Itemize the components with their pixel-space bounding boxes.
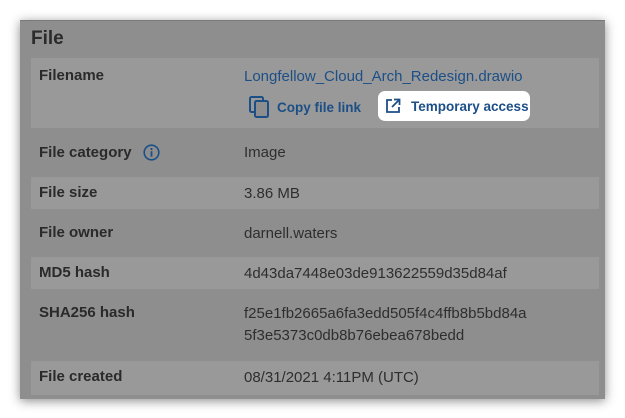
- file-owner-row: File owner darnell.waters: [31, 217, 599, 249]
- copy-file-link-button[interactable]: Copy file link: [249, 96, 361, 118]
- file-owner-value: darnell.waters: [244, 225, 338, 242]
- filename-link[interactable]: Longfellow_Cloud_Arch_Redesign.drawio: [244, 68, 523, 85]
- file-size-label: File size: [39, 184, 98, 201]
- sha256-row: SHA256 hash f25e1fb2665a6fa3edd505f4c4ff…: [31, 297, 599, 353]
- temporary-access-label: Temporary access: [411, 98, 529, 114]
- filename-label: Filename: [39, 67, 105, 84]
- copy-file-link-label: Copy file link: [277, 99, 362, 115]
- file-details-card: File Filename Longfellow_Cloud_Arch_Rede…: [20, 20, 605, 399]
- md5-label: MD5 hash: [39, 264, 110, 281]
- external-link-icon: [385, 98, 401, 114]
- md5-row: MD5 hash 4d43da7448e03de913622559d35d84a…: [31, 257, 599, 289]
- info-icon[interactable]: [143, 144, 160, 166]
- sha256-value-line1: f25e1fb2665a6fa3edd505f4c4ffb8b5bd84a: [244, 305, 527, 322]
- file-owner-label: File owner: [39, 224, 114, 241]
- file-category-row: File category Image: [31, 137, 599, 169]
- file-created-value: 08/31/2021 4:11PM (UTC): [244, 369, 419, 386]
- section-title: File: [31, 28, 64, 49]
- temporary-access-button[interactable]: Temporary access: [385, 98, 529, 114]
- file-category-label: File category: [39, 144, 132, 161]
- file-created-row: File created 08/31/2021 4:11PM (UTC): [31, 361, 599, 395]
- file-category-value: Image: [244, 144, 286, 161]
- file-size-value: 3.86 MB: [244, 185, 300, 202]
- copy-icon: [249, 96, 269, 118]
- sha256-label: SHA256 hash: [39, 304, 135, 321]
- file-size-row: File size 3.86 MB: [31, 177, 599, 209]
- md5-value: 4d43da7448e03de913622559d35d84af: [244, 265, 507, 282]
- sha256-value-line2: 5f3e5373c0db8b76ebea678bedd: [244, 327, 465, 344]
- file-created-label: File created: [39, 368, 123, 385]
